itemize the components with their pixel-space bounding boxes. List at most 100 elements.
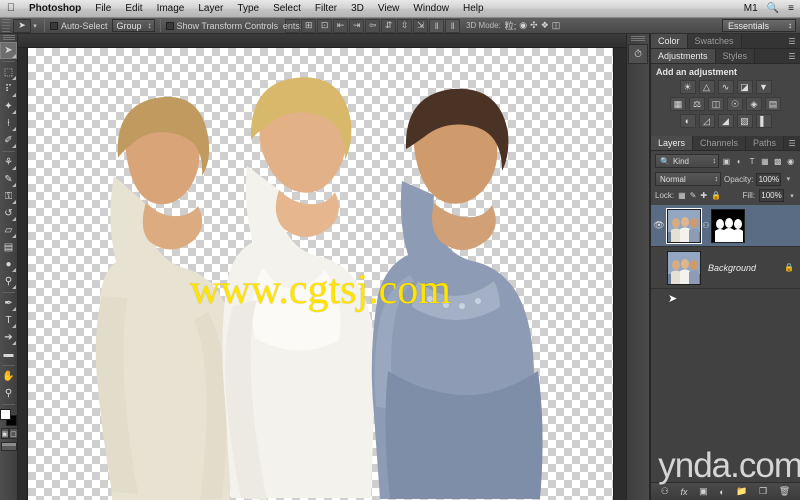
tools-panel-grip[interactable] <box>2 35 15 40</box>
quick-mask-mode-icon[interactable]: ▢ <box>9 428 18 439</box>
move-tool[interactable]: ➤ <box>0 42 17 59</box>
menu-item-help[interactable]: Help <box>456 0 491 18</box>
menu-item-photoshop[interactable]: Photoshop <box>22 0 88 18</box>
fill-value[interactable]: 100% <box>759 189 784 202</box>
color-swatches[interactable] <box>0 409 17 426</box>
tab-paths[interactable]: Paths <box>746 136 785 150</box>
standard-mode-icon[interactable]: ▣ <box>0 428 10 439</box>
opacity-stepper-icon[interactable]: ▾ <box>784 175 792 183</box>
eraser-tool[interactable]: ▱ <box>0 222 17 239</box>
distribute-vertical-center-icon[interactable]: ⇳ <box>397 18 413 33</box>
table-row[interactable]: Background 🔒 <box>651 247 800 289</box>
quick-selection-tool[interactable]: ✦ <box>0 98 17 115</box>
filter-pixel-icon[interactable]: ▣ <box>721 154 732 168</box>
distribute-bottom-icon[interactable]: ⇲ <box>413 18 429 33</box>
lasso-tool[interactable]: ⠏ <box>0 81 17 98</box>
color-balance-icon[interactable]: ⚖ <box>689 97 705 111</box>
tab-layers[interactable]: Layers <box>651 136 694 150</box>
filter-smart-object-icon[interactable]: ▩ <box>772 154 783 168</box>
auto-select-target-dropdown[interactable]: Group <box>111 19 155 32</box>
document-tab-bar[interactable] <box>18 34 626 48</box>
layer-mask-thumbnail[interactable] <box>711 208 745 243</box>
panel-menu-icon-layers[interactable]: ☰ <box>784 136 800 150</box>
threshold-icon[interactable]: ◢ <box>717 114 734 128</box>
exposure-icon[interactable]: ◪ <box>736 80 753 94</box>
fill-stepper-icon[interactable]: ▾ <box>788 192 796 200</box>
pen-tool[interactable]: ✒ <box>0 295 17 312</box>
distribute-top-icon[interactable]: ⇵ <box>381 18 397 33</box>
hand-tool[interactable]: ✋ <box>0 368 17 385</box>
delete-layer-icon[interactable]: 🗑 <box>779 486 790 497</box>
panel-menu-icon-adjustments[interactable]: ☰ <box>784 49 800 63</box>
menu-item-select[interactable]: Select <box>266 0 308 18</box>
roll-3d-icon[interactable]: ◉ <box>519 20 527 31</box>
move-tool-icon[interactable]: ➤ <box>13 18 31 33</box>
tab-swatches[interactable]: Swatches <box>687 34 742 48</box>
align-horizontal-centers-icon[interactable]: ⇥ <box>349 18 365 33</box>
posterize-icon[interactable]: ◿ <box>698 114 715 128</box>
table-row[interactable]: 👁 ⚇ <box>651 205 800 247</box>
clone-stamp-tool[interactable]: ⚿ <box>0 188 17 205</box>
menu-item-filter[interactable]: Filter <box>308 0 344 18</box>
lock-position-icon[interactable]: ✚ <box>700 191 707 200</box>
tool-preset-chevron-icon[interactable]: ▾ <box>31 22 39 30</box>
foreground-color-swatch[interactable] <box>0 409 11 420</box>
menu-item-3d[interactable]: 3D <box>344 0 371 18</box>
tab-styles[interactable]: Styles <box>715 49 756 63</box>
new-group-icon[interactable]: 📁 <box>736 486 747 497</box>
filter-toggle-icon[interactable]: ◉ <box>785 154 796 168</box>
invert-icon[interactable]: ◐ <box>679 114 696 128</box>
align-bottom-edges-icon[interactable]: ⊡ <box>317 18 333 33</box>
menu-item-view[interactable]: View <box>371 0 407 18</box>
black-white-icon[interactable]: ◫ <box>708 97 724 111</box>
gradient-tool[interactable]: ▤ <box>0 239 17 256</box>
rectangle-shape-tool[interactable]: ▬ <box>0 346 17 363</box>
path-selection-tool[interactable]: ➔ <box>0 329 17 346</box>
screen-mode-icon[interactable] <box>0 442 17 451</box>
photo-thumbnail-background[interactable] <box>667 250 701 285</box>
lock-all-icon[interactable]: 🔒 <box>711 191 721 200</box>
add-layer-mask-icon[interactable]: ▣ <box>699 486 708 497</box>
vibrance-icon[interactable]: ▼ <box>755 80 772 94</box>
image-canvas[interactable]: www.cgtsj.com <box>28 48 613 500</box>
dodge-tool[interactable]: ⚲ <box>0 273 17 290</box>
zoom-tool[interactable]: ⚲ <box>0 385 17 402</box>
spot-healing-brush-tool[interactable]: ⚘ <box>0 154 17 171</box>
photo-thumbnail[interactable] <box>667 208 701 243</box>
menu-item-image[interactable]: Image <box>150 0 192 18</box>
quick-mask-toggle[interactable]: ▣ ▢ <box>0 428 18 439</box>
layer-visibility-icon-background[interactable] <box>651 263 667 273</box>
slide-3d-icon[interactable]: ❖ <box>541 20 549 31</box>
distribute-horizontal-center-icon[interactable]: ‖ <box>445 18 461 33</box>
levels-icon[interactable]: △ <box>698 80 715 94</box>
opacity-value[interactable]: 100% <box>756 172 782 186</box>
panel-menu-icon[interactable]: ☰ <box>784 34 800 48</box>
menu-item-file[interactable]: File <box>88 0 118 18</box>
filter-shape-icon[interactable]: ▦ <box>759 154 770 168</box>
options-bar-grip[interactable] <box>2 18 10 33</box>
apple-menu-icon[interactable]:  <box>0 3 22 14</box>
hue-saturation-icon[interactable]: ▦ <box>670 97 686 111</box>
show-transform-controls-checkbox[interactable] <box>165 21 174 30</box>
horizontal-type-tool[interactable]: T <box>0 312 17 329</box>
photo-filter-icon[interactable]: ☉ <box>727 97 743 111</box>
pan-3d-icon[interactable]: ✣ <box>530 20 538 31</box>
eyedropper-tool[interactable]: ✐ <box>0 132 17 149</box>
list-icon[interactable]: ≡ <box>788 0 794 18</box>
gradient-map-icon[interactable]: ▧ <box>736 114 753 128</box>
selective-color-icon[interactable]: ▌ <box>755 114 772 128</box>
history-panel-icon[interactable]: ⏱ <box>628 44 648 64</box>
align-right-edges-icon[interactable]: ⇦ <box>365 18 381 33</box>
workspace-selector[interactable]: Essentials <box>722 19 796 32</box>
new-fill-adjustment-layer-icon[interactable]: ◐ <box>719 487 724 497</box>
brightness-contrast-icon[interactable]: ☀ <box>679 80 696 94</box>
rectangular-marquee-tool[interactable]: ⬚ <box>0 64 17 81</box>
distribute-left-icon[interactable]: ‖ <box>429 18 445 33</box>
brush-tool[interactable]: ✎ <box>0 171 17 188</box>
filter-adjustment-icon[interactable]: ◐ <box>734 154 745 168</box>
tab-adjustments[interactable]: Adjustments <box>651 49 716 63</box>
menu-item-type[interactable]: Type <box>230 0 266 18</box>
layer-visibility-icon[interactable]: 👁 <box>651 220 667 231</box>
align-top-edges-icon[interactable]: ents; <box>283 18 302 33</box>
blur-tool[interactable]: ● <box>0 256 17 273</box>
